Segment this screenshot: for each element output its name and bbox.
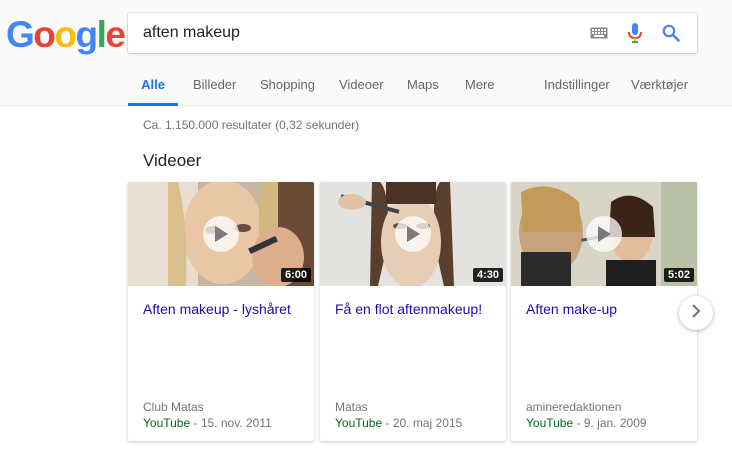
tab-all[interactable]: Alle <box>128 66 178 106</box>
video-card[interactable]: 5:02 Aften make-up amineredaktionen YouT… <box>511 182 697 441</box>
logo-letter: l <box>96 14 107 55</box>
video-card[interactable]: 6:00 Aften makeup - lyshåret Club Matas … <box>128 182 314 441</box>
video-channel: Club Matas <box>143 400 204 414</box>
microphone-icon[interactable] <box>623 21 647 45</box>
logo-letter: G <box>6 14 35 55</box>
search-tabs: Alle Billeder Shopping Videoer Maps Mere… <box>0 66 732 106</box>
logo-letter: e <box>105 14 126 55</box>
tab-shopping[interactable]: Shopping <box>260 66 315 106</box>
chevron-right-icon <box>691 303 701 323</box>
play-icon[interactable] <box>586 216 622 252</box>
video-source: YouTube <box>526 416 574 430</box>
tab-maps[interactable]: Maps <box>407 66 439 106</box>
video-channel: Matas <box>335 400 368 414</box>
tab-tools[interactable]: Værktøjer <box>631 66 688 106</box>
tab-images[interactable]: Billeder <box>193 66 236 106</box>
video-thumbnail[interactable]: 4:30 <box>320 182 506 286</box>
video-title-link[interactable]: Aften makeup - lyshåret <box>143 300 303 318</box>
video-duration: 4:30 <box>472 268 503 282</box>
play-icon[interactable] <box>203 216 239 252</box>
video-card[interactable]: 4:30 Få en flot aftenmakeup! Matas YouTu… <box>320 182 506 441</box>
tab-more[interactable]: Mere <box>465 66 495 106</box>
video-date: - 9. jan. 2009 <box>576 416 647 430</box>
tab-videos[interactable]: Videoer <box>339 66 384 106</box>
video-source: YouTube <box>335 416 383 430</box>
google-logo[interactable]: Google <box>6 14 126 56</box>
video-duration: 5:02 <box>663 268 694 282</box>
logo-letter: o <box>33 14 56 55</box>
search-box <box>128 13 697 53</box>
play-icon[interactable] <box>395 216 431 252</box>
video-duration: 6:00 <box>280 268 311 282</box>
keyboard-icon[interactable] <box>587 21 611 45</box>
search-input[interactable] <box>143 13 573 53</box>
video-title-link[interactable]: Få en flot aftenmakeup! <box>335 300 495 318</box>
video-meta: YouTube - 9. jan. 2009 <box>526 416 647 430</box>
video-source: YouTube <box>143 416 191 430</box>
logo-letter: g <box>75 14 99 55</box>
video-meta: YouTube - 20. maj 2015 <box>335 416 462 430</box>
video-channel: amineredaktionen <box>526 400 622 414</box>
video-title-link[interactable]: Aften make-up <box>526 300 686 318</box>
carousel-next-button[interactable] <box>679 296 713 330</box>
logo-letter: o <box>54 14 77 55</box>
search-icon[interactable] <box>659 21 683 45</box>
videos-section-title: Videoer <box>143 151 202 170</box>
video-thumbnail[interactable]: 5:02 <box>511 182 697 286</box>
header: Google Alle Billeder Shopping Videoer Ma… <box>0 0 732 106</box>
video-meta: YouTube - 15. nov. 2011 <box>143 416 272 430</box>
video-thumbnail[interactable]: 6:00 <box>128 182 314 286</box>
video-date: - 20. maj 2015 <box>385 416 463 430</box>
result-stats: Ca. 1.150.000 resultater (0,32 sekunder) <box>143 118 360 132</box>
video-date: - 15. nov. 2011 <box>193 416 272 430</box>
tab-settings[interactable]: Indstillinger <box>544 66 610 106</box>
